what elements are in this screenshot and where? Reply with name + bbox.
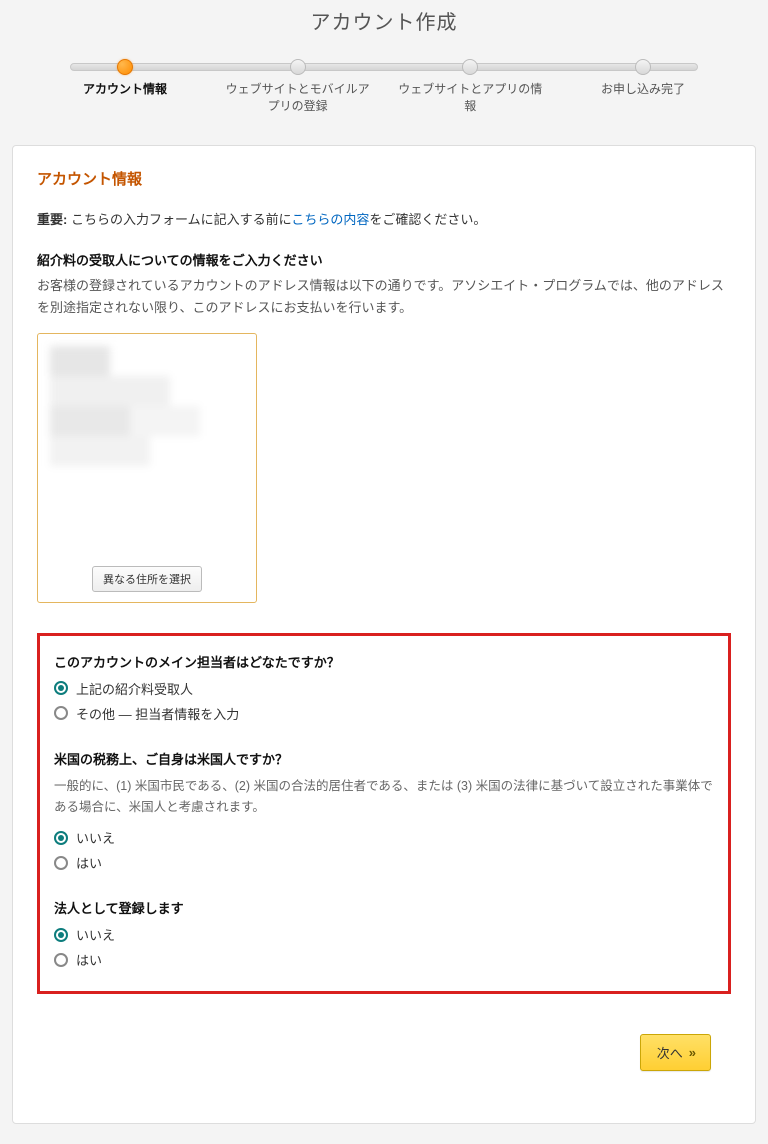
address-blurred-content: [50, 346, 244, 556]
step-dot-icon: [117, 59, 133, 75]
progress-stepper: アカウント情報 ウェブサイトとモバイルアプリの登録 ウェブサイトとアプリの情報 …: [50, 55, 718, 115]
address-box: 異なる住所を選択: [37, 333, 257, 603]
radio-icon: [54, 953, 68, 967]
step-dot-icon: [290, 59, 306, 75]
question-description: 一般的に、(1) 米国市民である、(2) 米国の合法的居住者である、または (3…: [54, 776, 714, 819]
step-dot-icon: [462, 59, 478, 75]
radio-icon: [54, 831, 68, 845]
radio-icon: [54, 681, 68, 695]
step-label: お申し込み完了: [568, 81, 718, 98]
step-account-info: アカウント情報: [50, 55, 200, 115]
next-button-label: 次へ: [657, 1043, 683, 1062]
radio-label: 上記の紹介料受取人: [76, 679, 193, 698]
important-notice: 重要: こちらの入力フォームに記入する前にこちらの内容をご確認ください。: [37, 209, 731, 228]
radio-label: いいえ: [76, 828, 115, 847]
question-main-contact: このアカウントのメイン担当者はどなたですか？ 上記の紹介料受取人 その他 — 担…: [54, 652, 714, 723]
radio-option-payee[interactable]: 上記の紹介料受取人: [54, 679, 714, 698]
highlighted-questions-box: このアカウントのメイン担当者はどなたですか？ 上記の紹介料受取人 その他 — 担…: [37, 633, 731, 995]
page-title: アカウント作成: [0, 0, 768, 55]
notice-text-before: こちらの入力フォームに記入する前に: [67, 212, 291, 227]
notice-link[interactable]: こちらの内容: [291, 212, 369, 227]
radio-option-no[interactable]: いいえ: [54, 925, 714, 944]
radio-label: はい: [76, 950, 102, 969]
select-different-address-button[interactable]: 異なる住所を選択: [92, 566, 202, 592]
radio-icon: [54, 928, 68, 942]
question-corporation: 法人として登録します いいえ はい: [54, 898, 714, 969]
step-label: ウェブサイトとモバイルアプリの登録: [223, 81, 373, 115]
notice-label: 重要:: [37, 212, 67, 227]
radio-option-no[interactable]: いいえ: [54, 828, 714, 847]
account-info-card: アカウント情報 重要: こちらの入力フォームに記入する前にこちらの内容をご確認く…: [12, 145, 756, 1125]
radio-option-other[interactable]: その他 — 担当者情報を入力: [54, 704, 714, 723]
step-label: アカウント情報: [50, 81, 200, 98]
payee-heading: 紹介料の受取人についての情報をご入力ください: [37, 250, 731, 269]
radio-label: いいえ: [76, 925, 115, 944]
radio-label: その他 — 担当者情報を入力: [76, 704, 239, 723]
card-footer: 次へ »: [37, 1024, 731, 1101]
next-button[interactable]: 次へ »: [640, 1034, 711, 1071]
step-website-info: ウェブサイトとアプリの情報: [395, 55, 545, 115]
radio-label: はい: [76, 853, 102, 872]
step-label: ウェブサイトとアプリの情報: [395, 81, 545, 115]
radio-option-yes[interactable]: はい: [54, 950, 714, 969]
step-website-register: ウェブサイトとモバイルアプリの登録: [223, 55, 373, 115]
question-title: 法人として登録します: [54, 898, 714, 917]
notice-text-after: をご確認ください。: [369, 212, 486, 227]
question-title: 米国の税務上、ご自身は米国人ですか？: [54, 749, 714, 768]
step-complete: お申し込み完了: [568, 55, 718, 115]
radio-option-yes[interactable]: はい: [54, 853, 714, 872]
question-us-person: 米国の税務上、ご自身は米国人ですか？ 一般的に、(1) 米国市民である、(2) …: [54, 749, 714, 873]
question-title: このアカウントのメイン担当者はどなたですか？: [54, 652, 714, 671]
payee-description: お客様の登録されているアカウントのアドレス情報は以下の通りです。アソシエイト・プ…: [37, 275, 731, 319]
step-dot-icon: [635, 59, 651, 75]
card-title: アカウント情報: [37, 168, 731, 189]
double-chevron-right-icon: »: [689, 1045, 694, 1060]
radio-icon: [54, 706, 68, 720]
radio-icon: [54, 856, 68, 870]
